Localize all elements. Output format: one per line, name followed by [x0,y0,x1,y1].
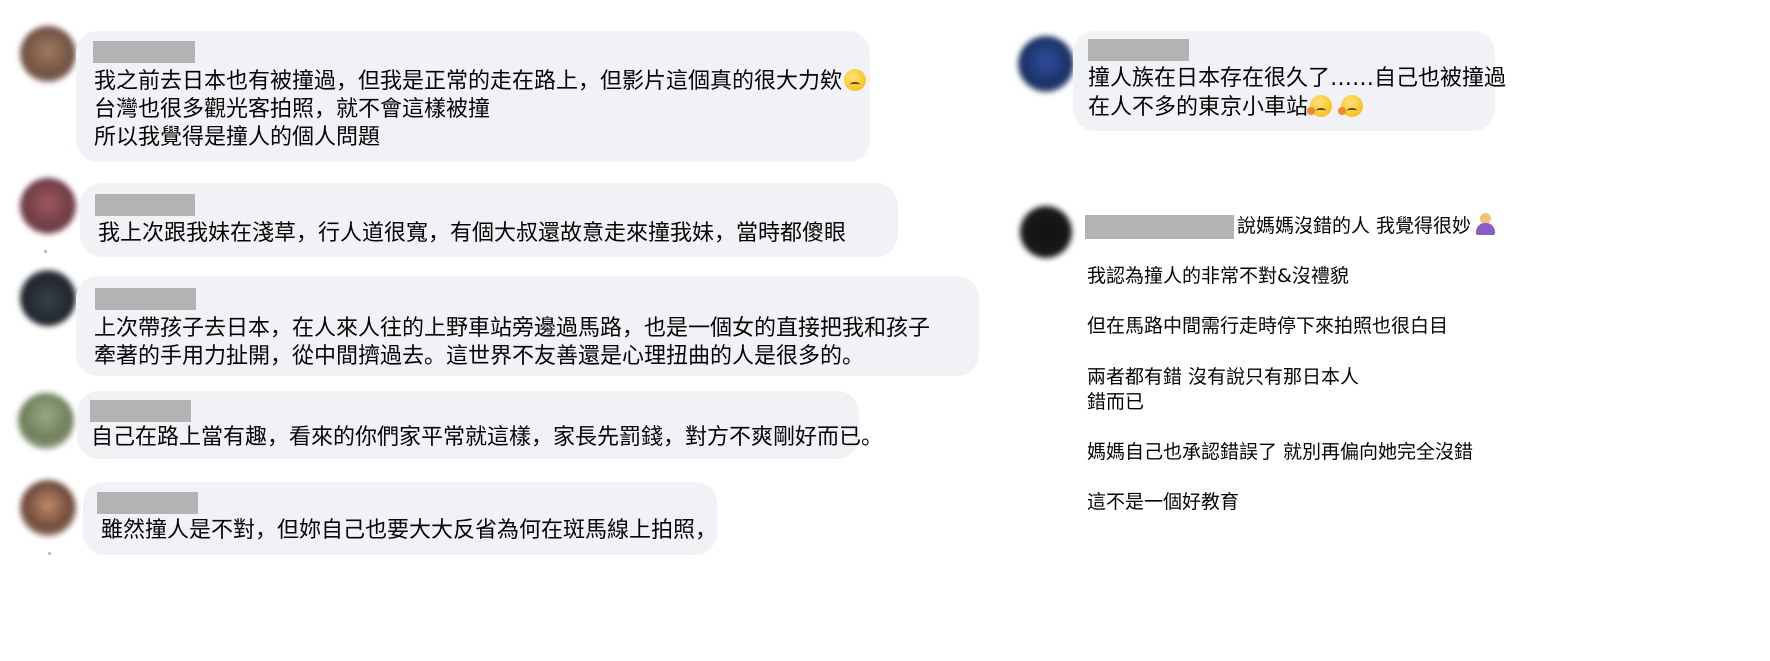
thread-dot [48,552,51,555]
comment-text-line: 我上次跟我妹在淺草，行人道很寬，有個大叔還故意走來撞我妹，當時都傻眼 [98,221,847,246]
comment-text-line: 錯而已 [1087,391,1145,413]
redacted-author-name[interactable] [1085,215,1234,239]
avatar[interactable] [18,393,74,449]
comment-text-line: 但在馬路中間需行走時停下來拍照也很白目 [1087,315,1449,337]
avatar[interactable] [20,26,76,82]
comment-bubble: 撞人族在日本存在很久了……自己也被撞過 在人不多的東京小車站 [1073,31,1506,131]
person-shrugging-icon [1475,213,1496,235]
comment-text-line: 這不是一個好教育 [1087,491,1240,513]
comment-text-line: 所以我覺得是撞人的個人問題 [94,125,381,150]
comment-header-text: 說媽媽沒錯的人 我覺得很妙 [1237,212,1496,240]
avatar[interactable] [1018,36,1074,92]
avatar[interactable] [20,270,76,326]
comment-text-line: 兩者都有錯 沒有說只有那日本人 [1087,366,1360,388]
redacted-author-name[interactable] [95,194,195,216]
redacted-author-name[interactable] [1088,39,1189,61]
comment-bubble: 上次帶孩子去日本，在人來人往的上野車站旁邊過馬路，也是一個女的直接把我和孩子 牽… [76,276,979,376]
redacted-author-name[interactable] [95,288,196,310]
comment-bubble: 我之前去日本也有被撞過，但我是正常的走在路上，但影片這個真的很大力欸 台灣也很多… [76,31,870,162]
redacted-author-name[interactable] [97,492,198,514]
redacted-author-name[interactable] [90,400,191,422]
comment-text-line: 自己在路上當有趣，看來的你們家平常就這樣，家長先罰錢，對方不爽剛好而已。 [91,425,884,450]
comment-bubble: 我上次跟我妹在淺草，行人道很寬，有個大叔還故意走來撞我妹，當時都傻眼 [80,183,898,257]
neutral-face-icon [844,69,867,91]
comment-text-line: 我認為撞人的非常不對&沒禮貌 [1087,265,1349,287]
comment-text-line: 在人不多的東京小車站 [1088,91,1364,125]
avatar[interactable] [20,178,76,234]
avatar[interactable] [20,480,76,536]
hugging-face-icon [1307,95,1333,117]
hugging-face-icon [1338,95,1364,117]
comment-text-line: 牽著的手用力扯開，從中間擠過去。這世界不友善還是心理扭曲的人是很多的。 [94,344,865,369]
redacted-author-name[interactable] [93,41,195,63]
thread-dot [44,250,47,253]
avatar[interactable] [1020,206,1072,258]
comment-bubble: 自己在路上當有趣，看來的你們家平常就這樣，家長先罰錢，對方不爽剛好而已。 [77,391,883,459]
comment-text-line: 雖然撞人是不對，但妳自己也要大大反省為何在斑馬線上拍照， [101,518,718,543]
comment-text-line: 媽媽自己也承認錯誤了 就別再偏向她完全沒錯 [1087,441,1474,463]
comment-bubble: 雖然撞人是不對，但妳自己也要大大反省為何在斑馬線上拍照， [83,482,717,555]
